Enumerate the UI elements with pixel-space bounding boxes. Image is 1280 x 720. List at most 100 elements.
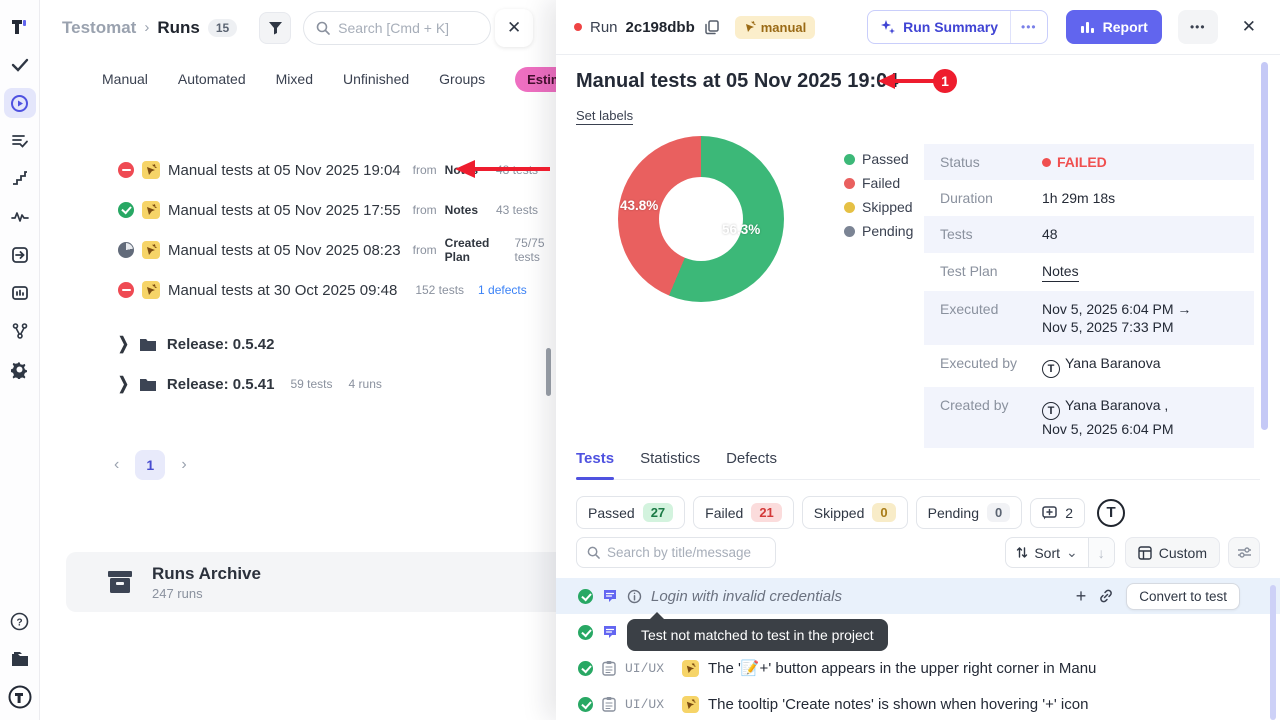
grid-icon: [1138, 546, 1152, 560]
chevron-right-icon[interactable]: ❯: [118, 334, 129, 355]
clipboard-icon: [602, 660, 616, 676]
sort-direction-button[interactable]: ↓: [1088, 538, 1114, 567]
chip-count: 2: [1065, 505, 1073, 521]
page-1-button[interactable]: 1: [135, 450, 165, 480]
filter-button[interactable]: [259, 12, 291, 44]
convert-to-test-button[interactable]: Convert to test: [1126, 583, 1240, 610]
chip-comments[interactable]: 2: [1030, 498, 1085, 528]
testplan-link[interactable]: Notes: [1042, 262, 1079, 282]
funnel-icon: [268, 20, 283, 35]
settings-gear-icon[interactable]: [4, 354, 36, 384]
detail-label: Created by: [940, 396, 1042, 438]
tab-unfinished[interactable]: Unfinished: [343, 71, 409, 87]
tests-search-input[interactable]: [607, 545, 757, 560]
tests-list-scrollbar[interactable]: [1270, 585, 1276, 720]
sliders-icon: [1237, 546, 1252, 559]
run-defects-link[interactable]: 1 defects: [478, 283, 527, 297]
chip-label: Skipped: [814, 505, 865, 521]
view-settings-button[interactable]: [1228, 537, 1260, 568]
annotation-arrow-run: [455, 158, 550, 180]
chip-skipped[interactable]: Skipped0: [802, 496, 908, 529]
test-row-3[interactable]: UI/UX The '📝+' button appears in the upp…: [556, 650, 1280, 686]
analytics-chart-icon[interactable]: [4, 278, 36, 308]
run-summary-more-button[interactable]: •••: [1010, 11, 1047, 43]
drawer-close-button[interactable]: ✕: [1234, 13, 1264, 41]
add-icon[interactable]: +: [1076, 586, 1087, 607]
chip-count: 21: [751, 503, 781, 522]
run-row-3[interactable]: Manual tests at 05 Nov 2025 08:23 from C…: [40, 230, 556, 270]
drawer-scrollbar[interactable]: [1261, 62, 1268, 430]
help-icon[interactable]: ?: [4, 606, 36, 636]
import-icon[interactable]: [4, 240, 36, 270]
folder-icon: [139, 337, 157, 352]
breadcrumb-separator: ›: [144, 19, 149, 36]
chip-count: 0: [987, 503, 1010, 522]
runs-count-badge: 15: [208, 19, 237, 37]
activity-pulse-icon[interactable]: [4, 202, 36, 232]
tab-tests[interactable]: Tests: [576, 450, 614, 469]
chip-passed[interactable]: Passed27: [576, 496, 685, 529]
report-button[interactable]: Report: [1066, 10, 1162, 44]
tests-search[interactable]: [576, 537, 776, 568]
user-avatar[interactable]: [4, 682, 36, 712]
runs-archive-card[interactable]: Runs Archive 247 runs: [66, 552, 586, 612]
tab-mixed[interactable]: Mixed: [276, 71, 313, 87]
release-row-2[interactable]: ❯ Release: 0.5.41 59 tests 4 runs: [40, 364, 556, 404]
runs-play-icon[interactable]: [4, 88, 36, 118]
run-row-1[interactable]: Manual tests at 05 Nov 2025 19:04 from N…: [40, 150, 556, 190]
branch-icon[interactable]: [4, 316, 36, 346]
testomat-logo-icon[interactable]: [4, 12, 36, 42]
run-summary-button[interactable]: Run Summary: [868, 19, 1010, 35]
release-runs-count: 4 runs: [349, 377, 382, 391]
detail-label: Test Plan: [940, 262, 1042, 282]
test-row-1[interactable]: Login with invalid credentials + Convert…: [556, 578, 1280, 614]
chevron-right-icon[interactable]: ❯: [118, 374, 129, 395]
manual-type-badge: manual: [735, 16, 816, 39]
test-suite-label: UI/UX: [625, 697, 673, 712]
link-icon[interactable]: [1098, 588, 1114, 604]
docs-folder-icon[interactable]: [4, 644, 36, 674]
detail-label: Status: [940, 153, 1042, 171]
report-chart-icon: [1080, 20, 1095, 34]
info-icon: [627, 589, 642, 604]
panel-close-button[interactable]: ✕: [495, 9, 533, 47]
run-title: Manual tests at 30 Oct 2025 09:48: [168, 282, 397, 299]
custom-columns-button[interactable]: Custom: [1125, 537, 1220, 568]
next-page-button[interactable]: ›: [181, 456, 186, 474]
run-row-4[interactable]: Manual tests at 30 Oct 2025 09:48 152 te…: [40, 270, 556, 310]
tab-statistics[interactable]: Statistics: [640, 450, 700, 469]
run-row-2[interactable]: Manual tests at 05 Nov 2025 17:55 from N…: [40, 190, 556, 230]
tab-automated[interactable]: Automated: [178, 71, 246, 87]
release-row-1[interactable]: ❯ Release: 0.5.42: [40, 324, 556, 364]
assignee-avatar[interactable]: T: [1097, 499, 1125, 527]
breadcrumb-app[interactable]: Testomat: [62, 18, 136, 38]
set-labels-link[interactable]: Set labels: [576, 108, 633, 125]
runs-search[interactable]: [303, 11, 491, 45]
prev-page-button[interactable]: ‹: [114, 456, 119, 474]
legend-label: Skipped: [862, 199, 913, 215]
chip-pending[interactable]: Pending0: [916, 496, 1023, 529]
sort-arrows-icon: [1016, 546, 1028, 559]
svg-text:?: ?: [16, 617, 22, 628]
sort-button[interactable]: Sort ⌄: [1006, 544, 1087, 561]
tab-manual[interactable]: Manual: [102, 71, 148, 87]
chip-label: Passed: [588, 505, 635, 521]
drawer-more-button[interactable]: •••: [1178, 10, 1218, 44]
report-label: Report: [1103, 19, 1148, 35]
legend-failed: Failed: [844, 175, 913, 191]
plans-list-icon[interactable]: [4, 126, 36, 156]
tests-check-icon[interactable]: [4, 50, 36, 80]
tab-groups[interactable]: Groups: [439, 71, 485, 87]
test-row-4[interactable]: UI/UX The tooltip 'Create notes' is show…: [556, 686, 1280, 720]
detail-row-duration: Duration 1h 29m 18s: [924, 180, 1254, 216]
copy-icon[interactable]: [705, 20, 719, 35]
row-actions: + Convert to test: [1076, 583, 1280, 610]
tab-defects[interactable]: Defects: [726, 450, 777, 469]
chip-failed[interactable]: Failed21: [693, 496, 794, 529]
created-by-value: TYana Baranova ,Nov 5, 2025 6:04 PM: [1042, 396, 1174, 438]
chevron-down-icon: ⌄: [1066, 544, 1078, 561]
left-panel-scrollbar[interactable]: [546, 348, 551, 396]
milestones-steps-icon[interactable]: [4, 164, 36, 194]
runs-search-input[interactable]: [338, 20, 468, 36]
tests-value: 48: [1042, 225, 1058, 243]
